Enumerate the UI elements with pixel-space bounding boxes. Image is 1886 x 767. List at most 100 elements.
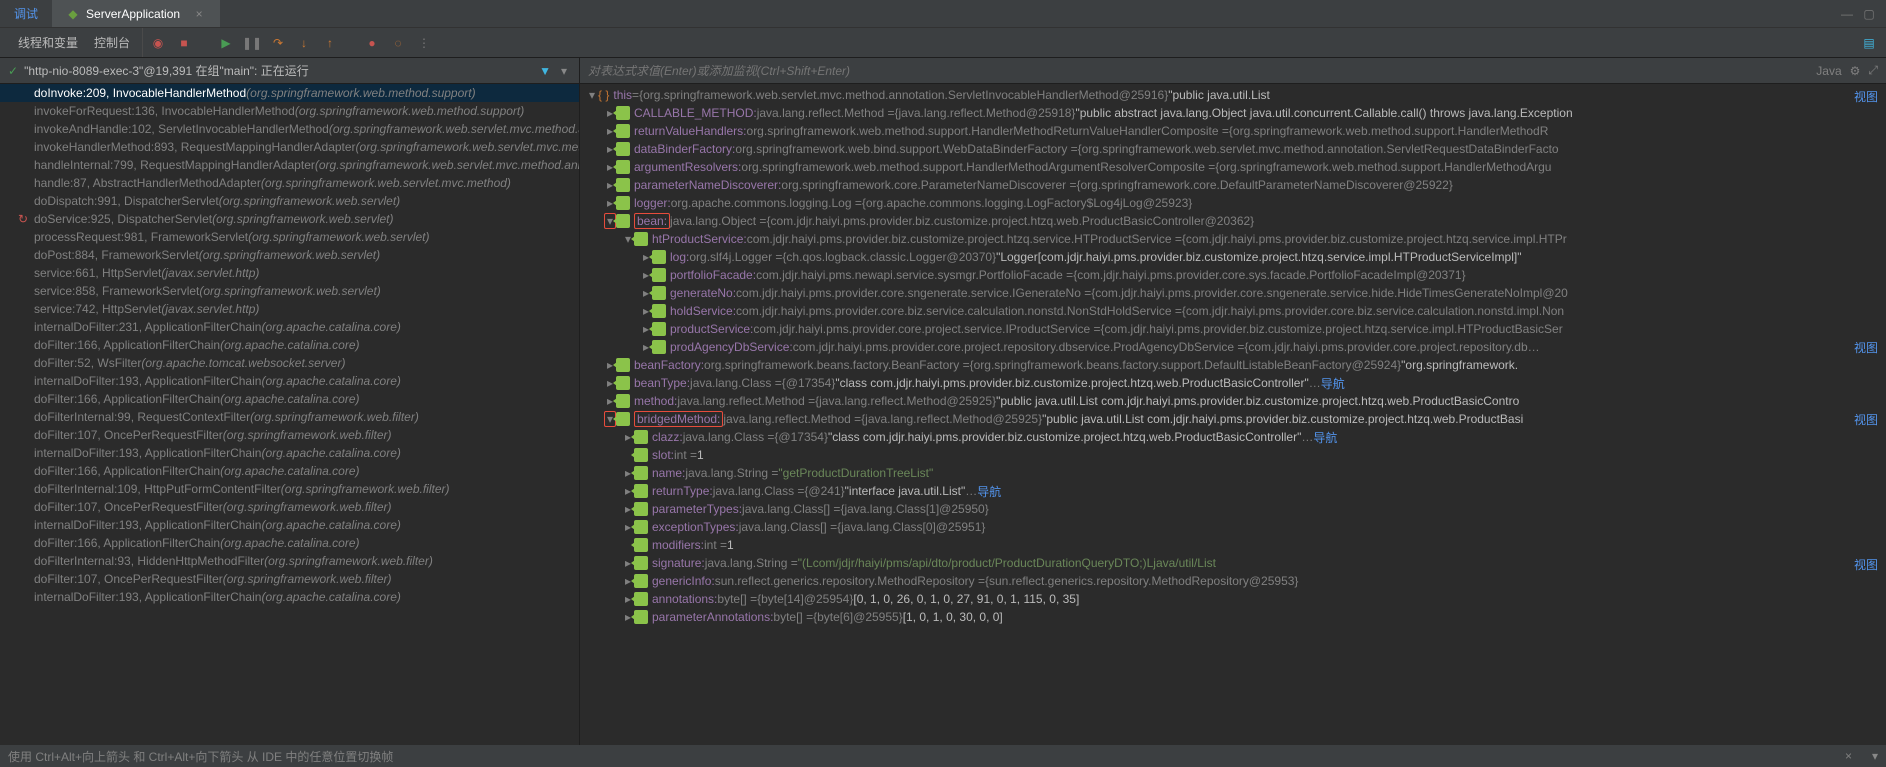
stack-frame-row[interactable]: invokeForRequest:136, InvocableHandlerMe… bbox=[0, 102, 579, 120]
frames-pane: ✓ "http-nio-8089-exec-3"@19,391 在组"main"… bbox=[0, 58, 580, 745]
property-tag-icon bbox=[634, 502, 648, 516]
close-hint-icon[interactable]: × bbox=[1845, 749, 1852, 763]
variable-row[interactable]: ▸productService: com.jdjr.haiyi.pms.prov… bbox=[580, 320, 1886, 338]
minimize-icon[interactable]: — bbox=[1840, 7, 1854, 21]
thread-label: "http-nio-8089-exec-3"@19,391 在组"main": … bbox=[24, 62, 539, 79]
variable-row[interactable]: ▸logger: org.apache.commons.logging.Log … bbox=[580, 194, 1886, 212]
tab-debug[interactable]: 调试 bbox=[0, 0, 52, 27]
variable-row[interactable]: ▸parameterAnnotations: byte[] = {byte[6]… bbox=[580, 608, 1886, 626]
variable-row[interactable]: ▸genericInfo: sun.reflect.generics.repos… bbox=[580, 572, 1886, 590]
stack-frame-row[interactable]: doFilter:166, ApplicationFilterChain (or… bbox=[0, 390, 579, 408]
stack-frame-row[interactable]: service:742, HttpServlet (javax.servlet.… bbox=[0, 300, 579, 318]
stack-frame-row[interactable]: invokeHandlerMethod:893, RequestMappingH… bbox=[0, 138, 579, 156]
tab-console[interactable]: 控制台 bbox=[88, 34, 136, 51]
view-link[interactable]: 视图 bbox=[1854, 88, 1878, 105]
stack-frame-row[interactable]: doFilterInternal:109, HttpPutFormContent… bbox=[0, 480, 579, 498]
layout-button[interactable]: ▤ bbox=[1858, 32, 1880, 54]
variable-row[interactable]: ▸CALLABLE_METHOD: java.lang.reflect.Meth… bbox=[580, 104, 1886, 122]
navigate-link[interactable]: 导航 bbox=[977, 483, 1001, 500]
evaluate-expression-input[interactable] bbox=[580, 64, 1816, 78]
view-link[interactable]: 视图 bbox=[1854, 339, 1878, 356]
stack-frame-row[interactable]: invokeAndHandle:102, ServletInvocableHan… bbox=[0, 120, 579, 138]
view-breakpoints-button[interactable]: ● bbox=[361, 32, 383, 54]
variable-row[interactable]: ▸returnType: java.lang.Class = {@241} "i… bbox=[580, 482, 1886, 500]
stack-frame-row[interactable]: doFilter:107, OncePerRequestFilter (org.… bbox=[0, 498, 579, 516]
variable-row[interactable]: ▸name: java.lang.String = "getProductDur… bbox=[580, 464, 1886, 482]
mute-breakpoints-button[interactable]: ◌ bbox=[387, 32, 409, 54]
navigate-link[interactable]: 导航 bbox=[1313, 429, 1337, 446]
variable-row[interactable]: ▸portfolioFacade: com.jdjr.haiyi.pms.new… bbox=[580, 266, 1886, 284]
stack-frame-row[interactable]: doFilter:107, OncePerRequestFilter (org.… bbox=[0, 570, 579, 588]
close-tab-icon[interactable]: × bbox=[192, 7, 206, 21]
variable-row[interactable]: ▸holdService: com.jdjr.haiyi.pms.provide… bbox=[580, 302, 1886, 320]
navigate-link[interactable]: 导航 bbox=[1321, 375, 1345, 392]
stack-frame-row[interactable]: doFilter:52, WsFilter (org.apache.tomcat… bbox=[0, 354, 579, 372]
resume-button[interactable]: ▶ bbox=[215, 32, 237, 54]
stack-frame-row[interactable]: internalDoFilter:193, ApplicationFilterC… bbox=[0, 444, 579, 462]
filter-icon[interactable]: ▼ bbox=[539, 64, 551, 78]
expand-icon[interactable]: ▢ bbox=[1862, 7, 1876, 21]
stack-frame-row[interactable]: internalDoFilter:193, ApplicationFilterC… bbox=[0, 372, 579, 390]
variable-row[interactable]: ▸method: java.lang.reflect.Method = {jav… bbox=[580, 392, 1886, 410]
property-tag-icon bbox=[616, 412, 630, 426]
stack-frame-row[interactable]: service:858, FrameworkServlet (org.sprin… bbox=[0, 282, 579, 300]
variable-row[interactable]: slot: int = 1 bbox=[580, 446, 1886, 464]
variable-row[interactable]: ▸signature: java.lang.String = "(Lcom/jd… bbox=[580, 554, 1886, 572]
stack-frame-row[interactable]: doPost:884, FrameworkServlet (org.spring… bbox=[0, 246, 579, 264]
step-out-button[interactable]: ↑ bbox=[319, 32, 341, 54]
step-into-button[interactable]: ↓ bbox=[293, 32, 315, 54]
variable-row[interactable]: ▸prodAgencyDbService: com.jdjr.haiyi.pms… bbox=[580, 338, 1886, 356]
stack-frame-row[interactable]: handleInternal:799, RequestMappingHandle… bbox=[0, 156, 579, 174]
stack-frame-row[interactable]: doDispatch:991, DispatcherServlet (org.s… bbox=[0, 192, 579, 210]
variable-row[interactable]: ▸beanFactory: org.springframework.beans.… bbox=[580, 356, 1886, 374]
variable-row[interactable]: ▸argumentResolvers: org.springframework.… bbox=[580, 158, 1886, 176]
thread-selector[interactable]: ✓ "http-nio-8089-exec-3"@19,391 在组"main"… bbox=[0, 58, 579, 84]
property-tag-icon bbox=[634, 538, 648, 552]
stack-frame-row[interactable]: doFilterInternal:93, HiddenHttpMethodFil… bbox=[0, 552, 579, 570]
chevron-down-icon[interactable]: ▾ bbox=[557, 64, 571, 78]
stack-frame-row[interactable]: service:661, HttpServlet (javax.servlet.… bbox=[0, 264, 579, 282]
stack-frame-row[interactable]: doInvoke:209, InvocableHandlerMethod (or… bbox=[0, 84, 579, 102]
variable-row[interactable]: ▾{ }this = {org.springframework.web.serv… bbox=[580, 86, 1886, 104]
variable-row[interactable]: ▾bean: java.lang.Object = {com.jdjr.haiy… bbox=[580, 212, 1886, 230]
stack-frame-row[interactable]: doFilterInternal:99, RequestContextFilte… bbox=[0, 408, 579, 426]
stack-frame-row[interactable]: internalDoFilter:193, ApplicationFilterC… bbox=[0, 588, 579, 606]
variable-row[interactable]: modifiers: int = 1 bbox=[580, 536, 1886, 554]
more-button[interactable]: ⋮ bbox=[413, 32, 435, 54]
view-link[interactable]: 视图 bbox=[1854, 411, 1878, 428]
stop-button[interactable]: ■ bbox=[173, 32, 195, 54]
variable-row[interactable]: ▾bridgedMethod: java.lang.reflect.Method… bbox=[580, 410, 1886, 428]
stack-frame-row[interactable]: ↻doService:925, DispatcherServlet (org.s… bbox=[0, 210, 579, 228]
property-tag-icon bbox=[616, 142, 630, 156]
variable-row[interactable]: ▸returnValueHandlers: org.springframewor… bbox=[580, 122, 1886, 140]
variable-row[interactable]: ▸exceptionTypes: java.lang.Class[] = {ja… bbox=[580, 518, 1886, 536]
stack-frame-row[interactable]: processRequest:981, FrameworkServlet (or… bbox=[0, 228, 579, 246]
chevron-down-icon[interactable]: ▾ bbox=[1872, 749, 1878, 763]
settings-icon[interactable]: ⚙ bbox=[1850, 64, 1861, 78]
step-over-button[interactable]: ↷ bbox=[267, 32, 289, 54]
variable-row[interactable]: ▸clazz: java.lang.Class = {@17354} "clas… bbox=[580, 428, 1886, 446]
variable-row[interactable]: ▾htProductService: com.jdjr.haiyi.pms.pr… bbox=[580, 230, 1886, 248]
expand-vars-icon[interactable]: ⤢ bbox=[1868, 63, 1878, 78]
variable-row[interactable]: ▸beanType: java.lang.Class = {@17354} "c… bbox=[580, 374, 1886, 392]
variable-row[interactable]: ▸log: org.slf4j.Logger = {ch.qos.logback… bbox=[580, 248, 1886, 266]
variable-row[interactable]: ▸dataBinderFactory: org.springframework.… bbox=[580, 140, 1886, 158]
stack-frame-row[interactable]: doFilter:107, OncePerRequestFilter (org.… bbox=[0, 426, 579, 444]
rerun-button[interactable]: ◉ bbox=[147, 32, 169, 54]
stack-frame-row[interactable]: doFilter:166, ApplicationFilterChain (or… bbox=[0, 336, 579, 354]
view-link[interactable]: 视图 bbox=[1854, 556, 1878, 573]
tab-serverapplication[interactable]: ◆ ServerApplication × bbox=[52, 0, 220, 27]
property-tag-icon bbox=[634, 556, 648, 570]
variable-row[interactable]: ▸annotations: byte[] = {byte[14]@25954} … bbox=[580, 590, 1886, 608]
variable-row[interactable]: ▸parameterNameDiscoverer: org.springfram… bbox=[580, 176, 1886, 194]
tab-threads-variables[interactable]: 线程和变量 bbox=[12, 34, 84, 51]
stack-frame-row[interactable]: doFilter:166, ApplicationFilterChain (or… bbox=[0, 534, 579, 552]
expand-arrow[interactable]: ▾ bbox=[586, 88, 598, 102]
pause-button[interactable]: ❚❚ bbox=[241, 32, 263, 54]
variable-row[interactable]: ▸generateNo: com.jdjr.haiyi.pms.provider… bbox=[580, 284, 1886, 302]
stack-frame-row[interactable]: handle:87, AbstractHandlerMethodAdapter … bbox=[0, 174, 579, 192]
stack-frame-row[interactable]: doFilter:166, ApplicationFilterChain (or… bbox=[0, 462, 579, 480]
stack-frame-row[interactable]: internalDoFilter:231, ApplicationFilterC… bbox=[0, 318, 579, 336]
variable-row[interactable]: ▸parameterTypes: java.lang.Class[] = {ja… bbox=[580, 500, 1886, 518]
stack-frame-row[interactable]: internalDoFilter:193, ApplicationFilterC… bbox=[0, 516, 579, 534]
